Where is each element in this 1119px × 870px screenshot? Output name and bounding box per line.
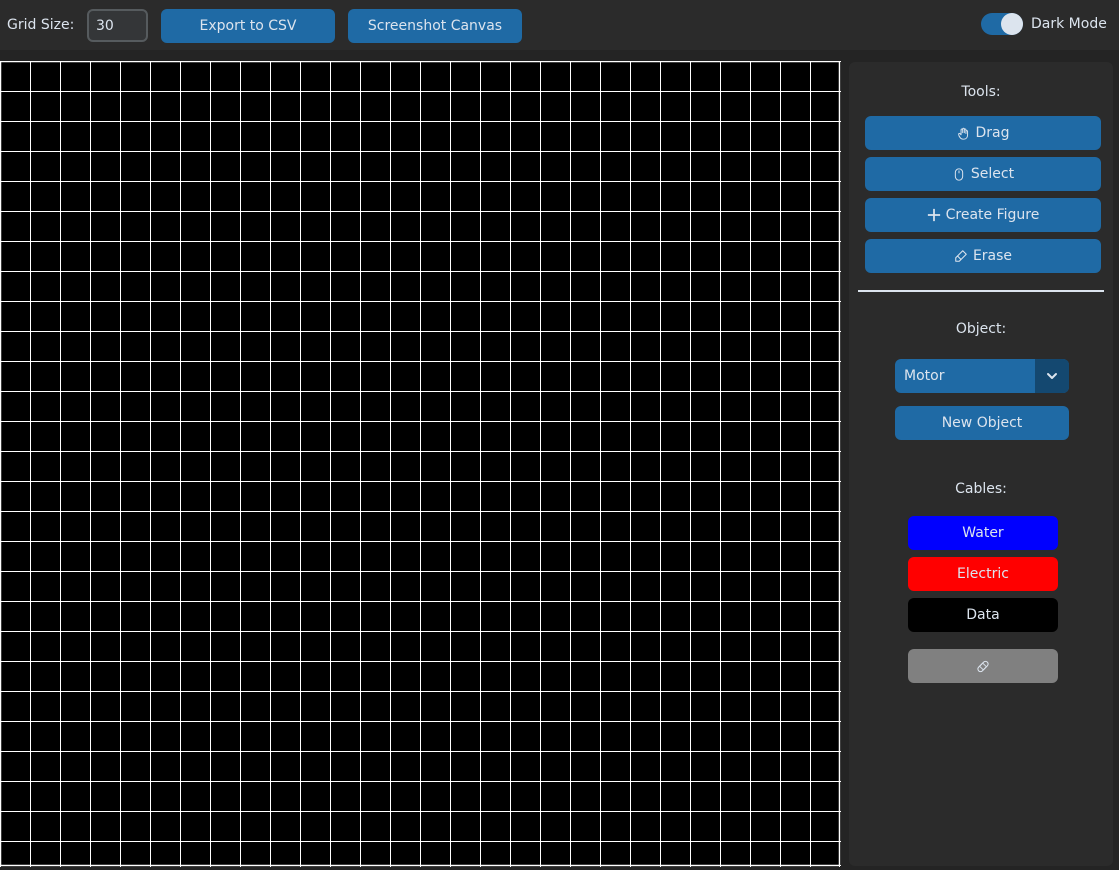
data-cable-label: Data xyxy=(966,607,1000,623)
new-object-label: New Object xyxy=(941,415,1023,431)
bandage-icon xyxy=(976,659,990,673)
dark-mode-label: Dark Mode xyxy=(1031,16,1107,32)
electric-cable-label: Electric xyxy=(957,566,1009,582)
top-toolbar: Grid Size: Export to CSV Screenshot Canv… xyxy=(0,0,1119,50)
screenshot-canvas-label: Screenshot Canvas xyxy=(367,18,503,34)
cable-tool-button[interactable] xyxy=(908,649,1058,683)
object-label: Object: xyxy=(955,321,1007,337)
tools-label: Tools: xyxy=(961,84,1001,100)
export-csv-label: Export to CSV xyxy=(199,18,297,34)
app-window: Grid Size: Export to CSV Screenshot Canv… xyxy=(0,0,1119,870)
chevron-down-icon[interactable] xyxy=(1035,359,1069,393)
select-tool-button[interactable]: Select xyxy=(865,157,1101,191)
grid-size-input[interactable] xyxy=(87,9,148,42)
dark-mode-switch[interactable] xyxy=(981,13,1023,35)
drag-tool-button[interactable]: Drag xyxy=(865,116,1101,150)
electric-cable-button[interactable]: Electric xyxy=(908,557,1058,591)
erase-tool-label: Erase xyxy=(972,248,1013,264)
export-csv-button[interactable]: Export to CSV xyxy=(161,9,335,43)
drag-tool-label: Drag xyxy=(975,125,1010,141)
cables-label: Cables: xyxy=(955,481,1007,497)
object-dropdown[interactable]: Motor xyxy=(895,359,1069,393)
create-figure-tool-label: Create Figure xyxy=(945,207,1040,223)
plus-icon xyxy=(927,208,941,222)
dark-mode-switch-knob xyxy=(1001,13,1023,35)
screenshot-canvas-button[interactable]: Screenshot Canvas xyxy=(348,9,522,43)
hand-icon xyxy=(956,126,970,140)
data-cable-button[interactable]: Data xyxy=(908,598,1058,632)
drawing-canvas[interactable] xyxy=(0,61,841,867)
mouse-icon xyxy=(952,167,966,181)
panel-divider xyxy=(858,290,1104,292)
new-object-button[interactable]: New Object xyxy=(895,406,1069,440)
create-figure-tool-button[interactable]: Create Figure xyxy=(865,198,1101,232)
water-cable-label: Water xyxy=(962,525,1004,541)
water-cable-button[interactable]: Water xyxy=(908,516,1058,550)
side-panel: Tools: Drag Select Create Figure Erase O… xyxy=(849,62,1113,866)
erase-tool-button[interactable]: Erase xyxy=(865,239,1101,273)
select-tool-label: Select xyxy=(970,166,1015,182)
grid-size-label: Grid Size: xyxy=(7,17,75,33)
object-dropdown-value: Motor xyxy=(904,368,945,384)
eraser-icon xyxy=(954,249,968,263)
grid-canvas[interactable] xyxy=(0,61,841,867)
